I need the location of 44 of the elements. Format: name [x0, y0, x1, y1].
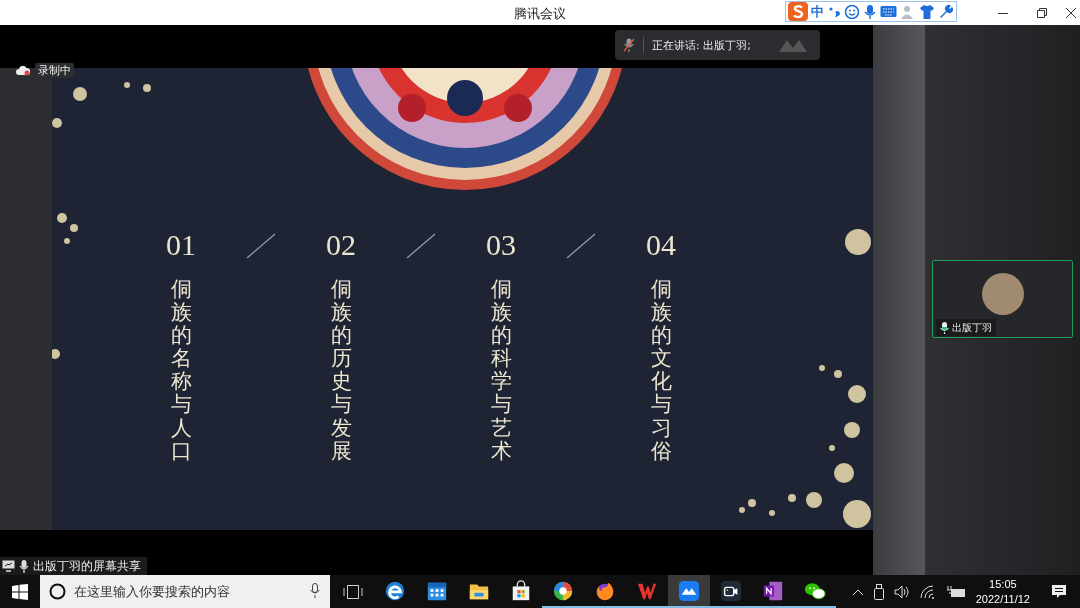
section-title: 侗族的文化与习俗: [650, 278, 672, 463]
recording-label: 录制中: [35, 63, 74, 78]
microphone-icon[interactable]: [863, 3, 877, 20]
ime-logo-icon[interactable]: [788, 2, 808, 21]
search-field[interactable]: 在这里输入你要搜索的内容: [40, 575, 330, 608]
window-title: 腾讯会议: [514, 5, 566, 23]
slash-divider: [406, 233, 436, 259]
ime-mode-label[interactable]: 中: [811, 2, 824, 21]
keyboard-icon[interactable]: [880, 5, 897, 18]
slash-divider: [566, 233, 596, 259]
section-title: 侗族的科学与艺术: [490, 278, 512, 463]
section-number: 01: [166, 228, 196, 262]
participant-tile[interactable]: 出版丁羽: [932, 260, 1073, 338]
cloud-icon: [16, 65, 30, 76]
screen-share-label: 出版丁羽的屏幕共享: [33, 557, 141, 575]
slash-divider: [246, 233, 276, 259]
avatar-photo-placeholder: [981, 273, 1024, 315]
speaker-text: 正在讲话: 出版丁羽;: [652, 37, 752, 53]
meeting-app-icon: [678, 579, 700, 602]
section-title: 侗族的名称与人口: [170, 278, 192, 463]
microphone-icon[interactable]: [310, 583, 320, 599]
video-camera-icon: [720, 579, 742, 602]
pinwheel-icon: [552, 579, 574, 602]
clock[interactable]: 15:05 2022/11/12: [973, 576, 1032, 607]
microphone-icon: [19, 559, 29, 573]
notebook-icon: [762, 579, 784, 602]
section-number: 02: [326, 228, 356, 262]
search-icon: [49, 583, 66, 600]
volume-icon[interactable]: [891, 584, 912, 599]
browser-icon: [384, 579, 406, 602]
microphone-icon: [940, 321, 949, 334]
usb-drive-icon[interactable]: [871, 583, 886, 600]
participant-name: 出版丁羽: [952, 320, 992, 335]
emoji-icon[interactable]: [844, 3, 860, 20]
taskbar-app-button[interactable]: [668, 575, 710, 608]
restore-icon[interactable]: [1037, 7, 1047, 18]
windows-logo-icon[interactable]: [12, 583, 28, 600]
wrench-icon[interactable]: [938, 4, 953, 19]
section-number: 03: [486, 228, 516, 262]
shirt-icon[interactable]: [919, 3, 935, 20]
shopping-bag-icon: [510, 579, 532, 602]
section-title: 侗族的历史与发展: [330, 278, 352, 463]
close-icon[interactable]: [1066, 7, 1076, 18]
section-number: 04: [646, 228, 676, 262]
